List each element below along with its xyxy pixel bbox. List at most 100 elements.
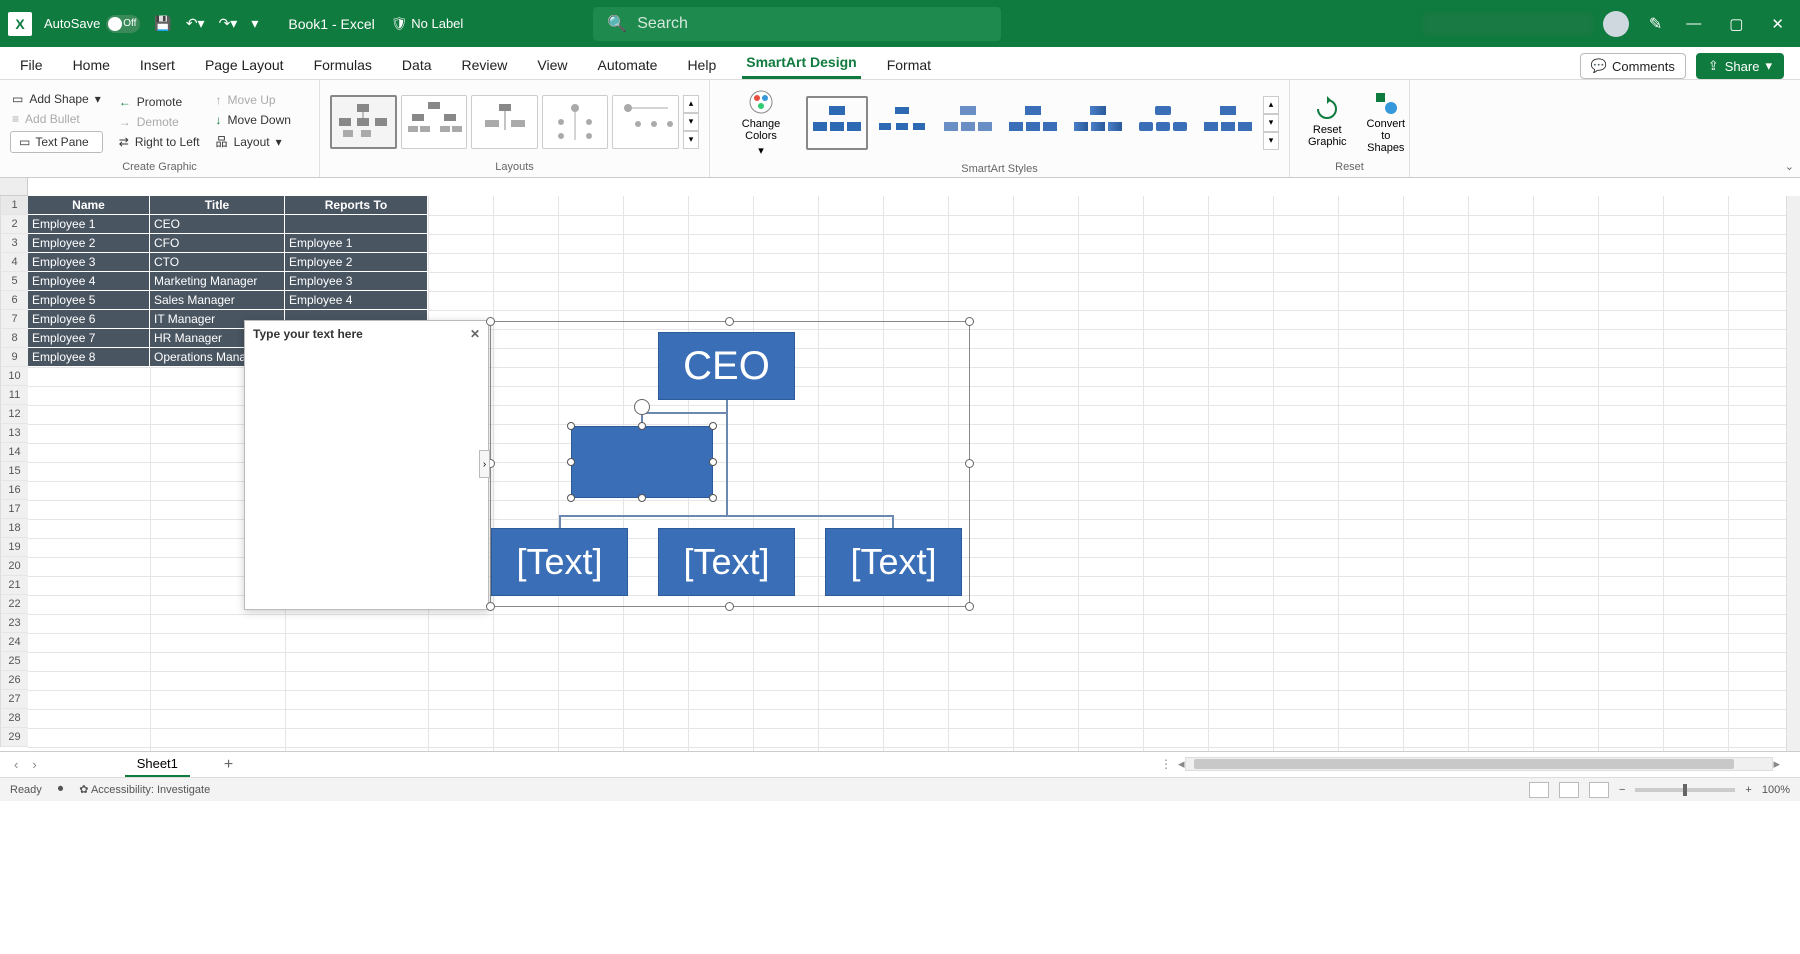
smartart-node[interactable]: [Text] <box>491 528 628 596</box>
row-header[interactable]: 18 <box>0 519 28 538</box>
smartart-text-pane[interactable]: Type your text here ✕ <box>244 320 489 610</box>
style-option-1[interactable] <box>806 96 868 150</box>
layouts-scroll-up[interactable]: ▴ <box>683 95 699 113</box>
table-header-cell[interactable]: Reports To <box>285 196 428 215</box>
table-cell[interactable]: CEO <box>150 215 285 234</box>
save-icon[interactable]: 💾 <box>154 15 171 32</box>
row-header[interactable]: 19 <box>0 538 28 557</box>
resize-handle[interactable] <box>725 317 734 326</box>
table-cell[interactable]: Employee 1 <box>28 215 150 234</box>
share-button[interactable]: ⇪ Share ▾ <box>1696 53 1784 79</box>
right-to-left-button[interactable]: ⇄Right to Left <box>117 134 202 150</box>
zoom-slider[interactable] <box>1635 788 1735 792</box>
tab-help[interactable]: Help <box>683 51 720 79</box>
table-header-cell[interactable]: Title <box>150 196 285 215</box>
table-cell[interactable]: Employee 4 <box>285 291 428 310</box>
qat-customize-icon[interactable]: ▾ <box>251 15 258 32</box>
tab-format[interactable]: Format <box>883 51 935 79</box>
styles-scroll-up[interactable]: ▴ <box>1263 96 1279 114</box>
styles-more[interactable]: ▾ <box>1263 132 1279 150</box>
row-header[interactable]: 12 <box>0 405 28 424</box>
change-colors-button[interactable]: Change Colors▾ <box>720 84 802 161</box>
table-cell[interactable]: CTO <box>150 253 285 272</box>
resize-handle[interactable] <box>486 602 495 611</box>
row-header[interactable]: 27 <box>0 690 28 709</box>
table-cell[interactable]: Employee 2 <box>285 253 428 272</box>
move-down-button[interactable]: ↓Move Down <box>214 112 293 128</box>
table-cell[interactable]: Employee 2 <box>28 234 150 253</box>
account-name[interactable] <box>1423 13 1593 35</box>
view-page-break-button[interactable] <box>1589 782 1609 798</box>
table-cell[interactable]: Employee 5 <box>28 291 150 310</box>
close-icon[interactable]: ✕ <box>470 327 480 341</box>
smartart-node-selected[interactable]: ⟳ <box>571 426 713 498</box>
row-header[interactable]: 21 <box>0 576 28 595</box>
resize-handle[interactable] <box>965 602 974 611</box>
tab-data[interactable]: Data <box>398 51 436 79</box>
row-header[interactable]: 20 <box>0 557 28 576</box>
row-header[interactable]: 13 <box>0 424 28 443</box>
table-cell[interactable]: Employee 8 <box>28 348 150 367</box>
table-cell[interactable]: Employee 3 <box>28 253 150 272</box>
row-header[interactable]: 1 <box>0 196 28 215</box>
layout-option-4[interactable] <box>542 95 609 149</box>
tab-automate[interactable]: Automate <box>594 51 662 79</box>
zoom-level[interactable]: 100% <box>1762 784 1790 796</box>
style-option-4[interactable] <box>1002 96 1063 150</box>
resize-handle[interactable] <box>965 317 974 326</box>
row-header[interactable]: 9 <box>0 348 28 367</box>
resize-handle[interactable] <box>709 494 717 502</box>
row-header[interactable]: 14 <box>0 443 28 462</box>
view-normal-button[interactable] <box>1529 782 1549 798</box>
tab-page-layout[interactable]: Page Layout <box>201 51 288 79</box>
autosave-toggle[interactable]: AutoSave Off <box>44 15 140 33</box>
row-header[interactable]: 23 <box>0 614 28 633</box>
text-pane-button[interactable]: ▭Text Pane <box>10 131 103 153</box>
tab-smartart-design[interactable]: SmartArt Design <box>742 48 860 79</box>
table-cell[interactable]: Employee 4 <box>28 272 150 291</box>
resize-handle[interactable] <box>567 494 575 502</box>
layout-option-5[interactable] <box>612 95 679 149</box>
collapse-ribbon-button[interactable]: ⌄ <box>1785 160 1794 173</box>
layouts-scroll-down[interactable]: ▾ <box>683 113 699 131</box>
zoom-in-button[interactable]: + <box>1745 784 1751 796</box>
style-option-5[interactable] <box>1067 96 1128 150</box>
account-avatar[interactable] <box>1603 11 1629 37</box>
tab-formulas[interactable]: Formulas <box>310 51 376 79</box>
row-header[interactable]: 7 <box>0 310 28 329</box>
comments-button[interactable]: 💬 Comments <box>1580 53 1686 79</box>
chevron-down-icon[interactable]: ▾ <box>95 92 101 106</box>
promote-button[interactable]: ←Promote <box>117 94 202 110</box>
resize-handle[interactable] <box>725 602 734 611</box>
style-option-7[interactable] <box>1198 96 1259 150</box>
reset-graphic-button[interactable]: Reset Graphic <box>1300 92 1355 152</box>
resize-handle[interactable] <box>567 458 575 466</box>
table-cell[interactable]: Employee 7 <box>28 329 150 348</box>
style-option-6[interactable] <box>1133 96 1194 150</box>
add-shape-button[interactable]: ▭Add Shape ▾ <box>10 91 103 107</box>
add-sheet-button[interactable]: + <box>224 756 233 774</box>
row-header[interactable]: 25 <box>0 652 28 671</box>
table-cell[interactable]: Marketing Manager <box>150 272 285 291</box>
resize-handle[interactable] <box>638 494 646 502</box>
smartart-node[interactable]: [Text] <box>658 528 795 596</box>
tab-file[interactable]: File <box>16 51 47 79</box>
row-header[interactable]: 4 <box>0 253 28 272</box>
tab-review[interactable]: Review <box>458 51 512 79</box>
sheet-tab-sheet1[interactable]: Sheet1 <box>125 752 190 777</box>
resize-handle[interactable] <box>709 458 717 466</box>
accessibility-status[interactable]: ✿ Accessibility: Investigate <box>79 783 210 796</box>
row-header[interactable]: 10 <box>0 367 28 386</box>
table-cell[interactable] <box>285 215 428 234</box>
maximize-button[interactable]: ▢ <box>1729 15 1743 33</box>
row-header[interactable]: 8 <box>0 329 28 348</box>
row-header[interactable]: 5 <box>0 272 28 291</box>
table-cell[interactable]: Employee 1 <box>285 234 428 253</box>
table-cell[interactable]: Sales Manager <box>150 291 285 310</box>
style-option-2[interactable] <box>872 96 933 150</box>
text-pane-toggle[interactable]: › <box>479 450 490 478</box>
styles-scroll-down[interactable]: ▾ <box>1263 114 1279 132</box>
tab-view[interactable]: View <box>533 51 571 79</box>
resize-handle[interactable] <box>486 317 495 326</box>
view-page-layout-button[interactable] <box>1559 782 1579 798</box>
